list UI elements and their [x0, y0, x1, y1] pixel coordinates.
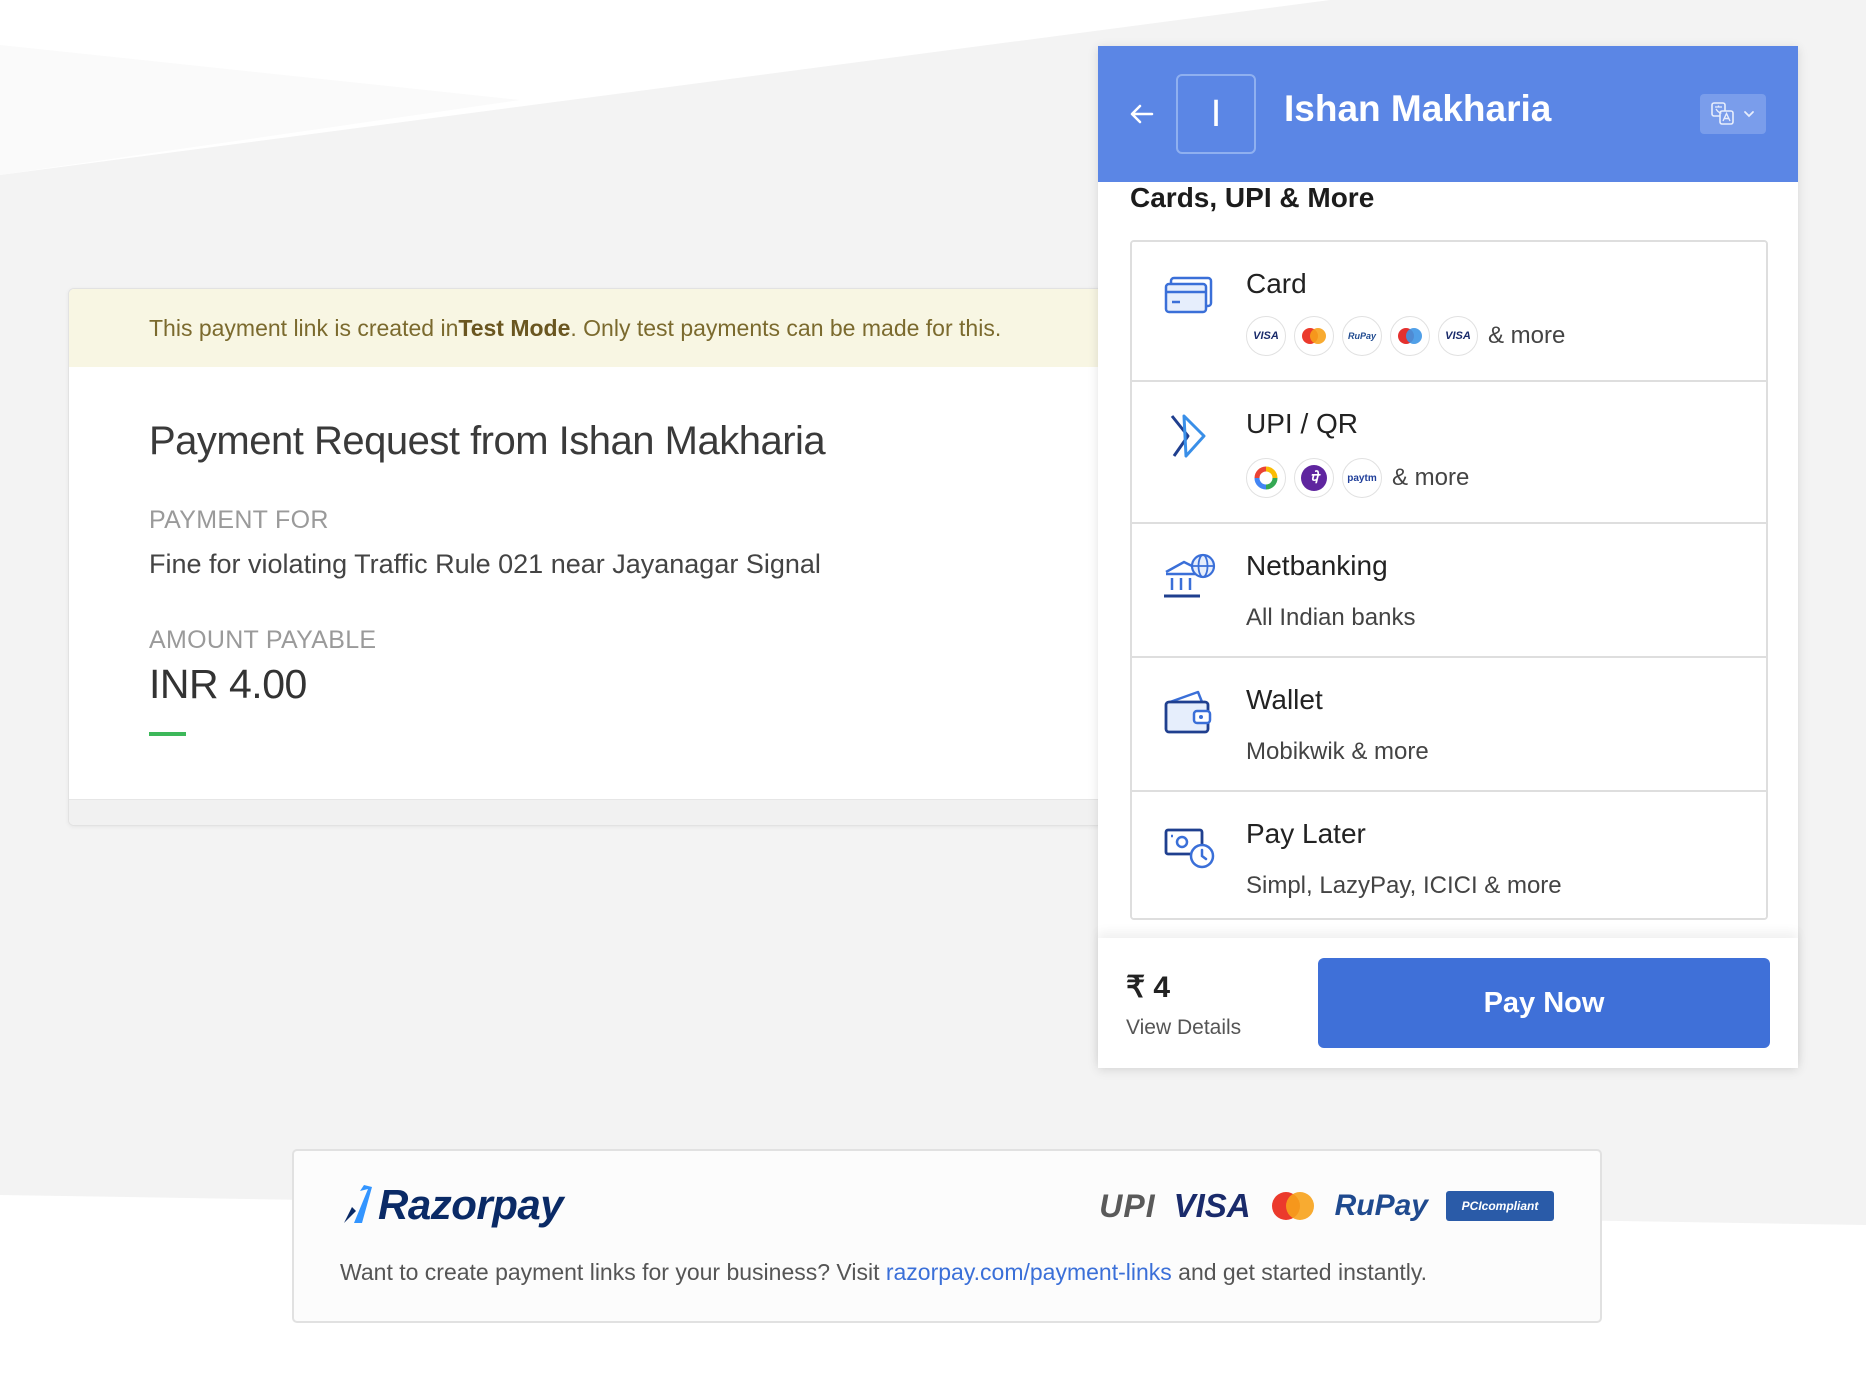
method-wallet[interactable]: Wallet Mobikwik & more [1132, 658, 1766, 792]
visa-badge: VISA [1173, 1187, 1251, 1224]
request-body: Payment Request from Ishan Makharia PAYM… [69, 367, 1117, 801]
checkout-footer: ₹ 4 View Details Pay Now [1098, 938, 1798, 1068]
razorpay-logo: Razorpay [340, 1181, 564, 1229]
view-details-link[interactable]: View Details [1126, 1016, 1241, 1040]
payment-request-card: This payment link is created in Test Mod… [68, 288, 1118, 826]
google-pay-logo [1246, 458, 1286, 498]
payment-methods-list: Card VISA RuPay VISA & more UPI / QR पे … [1130, 240, 1768, 920]
amount-label: AMOUNT PAYABLE [149, 626, 377, 654]
method-subtitle: Simpl, LazyPay, ICICI & more [1246, 872, 1562, 899]
upi-more-text: & more [1392, 464, 1470, 491]
wallet-icon [1164, 690, 1212, 734]
mastercard-badge-icon [1271, 1192, 1314, 1220]
card-icon [1164, 276, 1213, 314]
method-name: Pay Later [1246, 818, 1366, 849]
payment-for-value: Fine for violating Traffic Rule 021 near… [149, 549, 821, 579]
method-name: UPI / QR [1246, 408, 1359, 439]
method-subtitle: All Indian banks [1246, 604, 1416, 631]
card-more-text: & more [1488, 322, 1566, 349]
banner-test-mode: Test Mode [458, 314, 571, 341]
merchant-name: Ishan Makharia [1284, 88, 1552, 129]
back-arrow-icon[interactable] [1126, 98, 1158, 130]
amount-underline [149, 732, 186, 736]
pay-later-icon [1164, 828, 1215, 869]
card-network-logos: VISA RuPay VISA & more [1246, 316, 1565, 356]
visa-logo-2: VISA [1438, 316, 1478, 356]
checkout-modal: I Ishan Makharia Cards, UPI & More Card … [1098, 46, 1798, 1068]
upi-icon [1170, 414, 1206, 458]
footer-text-prefix: Want to create payment links for your bu… [340, 1259, 886, 1285]
merchant-logo: I [1176, 74, 1256, 154]
method-netbanking[interactable]: Netbanking All Indian banks [1132, 524, 1766, 658]
section-title: Cards, UPI & More [1130, 182, 1375, 213]
rupay-logo: RuPay [1342, 316, 1382, 356]
total-amount: ₹ 4 [1126, 971, 1171, 1004]
pci-badge: PCIcompliant [1446, 1191, 1554, 1221]
card-footer-strip [69, 799, 1117, 825]
visa-logo: VISA [1246, 316, 1286, 356]
method-pay-later[interactable]: Pay Later Simpl, LazyPay, ICICI & more [1132, 792, 1766, 918]
test-mode-banner: This payment link is created in Test Mod… [69, 289, 1117, 367]
amount-value: INR 4.00 [149, 661, 307, 707]
page-title: Payment Request from Ishan Makharia [149, 419, 826, 463]
upi-badge: UPI [1099, 1187, 1156, 1224]
razorpay-mark-icon [344, 1185, 372, 1223]
chevron-down-icon [1744, 111, 1754, 118]
maestro-logo [1390, 316, 1430, 356]
payment-for-label: PAYMENT FOR [149, 506, 329, 534]
rupay-badge: RuPay [1334, 1189, 1428, 1222]
footer-text-suffix: and get started instantly. [1171, 1259, 1428, 1285]
banner-text-suffix: . Only test payments can be made for thi… [570, 314, 1002, 341]
method-name: Card [1246, 268, 1307, 299]
pay-now-button[interactable]: Pay Now [1318, 958, 1770, 1048]
method-name: Netbanking [1246, 550, 1388, 581]
translate-icon [1711, 102, 1734, 125]
upi-app-logos: पे paytm & more [1246, 458, 1469, 498]
method-upi[interactable]: UPI / QR पे paytm & more [1132, 382, 1766, 524]
language-selector[interactable] [1700, 94, 1766, 134]
phonepe-logo: पे [1294, 458, 1334, 498]
razorpay-wordmark: Razorpay [378, 1181, 564, 1228]
bank-icon [1164, 553, 1216, 598]
footer-text: Want to create payment links for your bu… [340, 1259, 1427, 1286]
razorpay-footer-card: Razorpay UPI VISA RuPay PCIcompliant Wan… [292, 1149, 1602, 1323]
mastercard-logo [1294, 316, 1334, 356]
paytm-logo: paytm [1342, 458, 1382, 498]
banner-text-prefix: This payment link is created in [149, 314, 459, 341]
method-name: Wallet [1246, 684, 1323, 715]
method-subtitle: Mobikwik & more [1246, 738, 1429, 765]
method-card[interactable]: Card VISA RuPay VISA & more [1132, 242, 1766, 382]
payment-badges: UPI VISA RuPay PCIcompliant [1099, 1187, 1554, 1225]
payment-links-link[interactable]: razorpay.com/payment-links [886, 1259, 1172, 1285]
checkout-header: I Ishan Makharia [1098, 46, 1798, 182]
